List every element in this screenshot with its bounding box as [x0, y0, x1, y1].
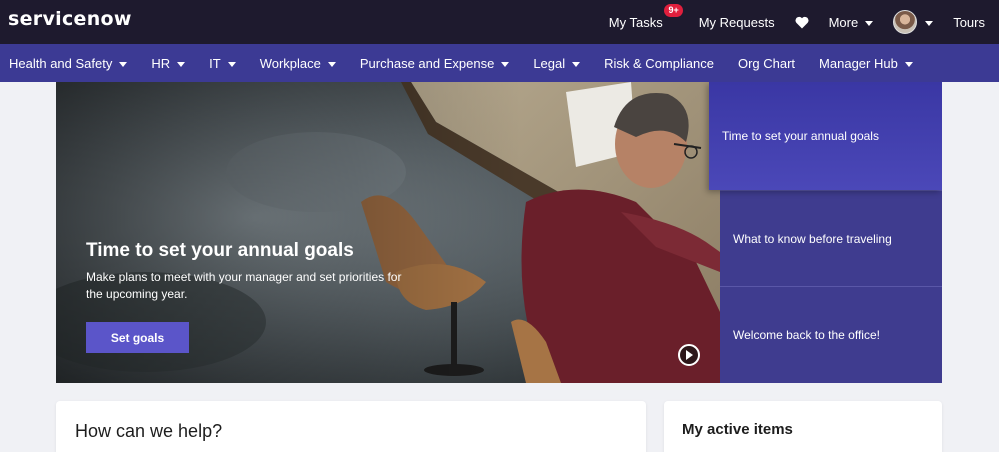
nav-item-org-chart[interactable]: Org Chart: [738, 56, 795, 71]
carousel-tabs: What to know before traveling Welcome ba…: [709, 82, 942, 383]
chevron-down-icon: [227, 61, 236, 67]
hero-title: Time to set your annual goals: [86, 240, 354, 261]
nav-item-label: Risk & Compliance: [604, 55, 714, 71]
nav-item-workplace[interactable]: Workplace: [260, 56, 336, 71]
nav-item-hr[interactable]: HR: [151, 55, 186, 71]
play-icon[interactable]: [678, 344, 700, 366]
tasks-count-badge: 9+: [664, 3, 683, 17]
help-card-title: How can we help?: [75, 421, 223, 441]
active-items-title: My active items: [682, 421, 793, 438]
nav-item-label: Workplace: [259, 55, 321, 71]
chevron-down-icon: [501, 61, 510, 67]
carousel-tab-label: What to know before traveling: [733, 231, 892, 246]
nav-item-label: Org Chart: [737, 55, 796, 71]
my-requests-label: My Requests: [698, 14, 775, 30]
avatar[interactable]: [893, 10, 918, 34]
top-bar: servicenow My Tasks 9+ My Requests More …: [0, 0, 999, 44]
carousel-tab-traveling[interactable]: What to know before traveling: [720, 190, 942, 286]
tours-link[interactable]: Tours: [953, 15, 985, 30]
heart-icon[interactable]: [795, 16, 809, 29]
hero-carousel: Time to set your annual goals Make plans…: [56, 82, 942, 383]
nav-item-label: Legal: [533, 55, 566, 71]
top-bar-actions: My Tasks 9+ My Requests More Tours: [589, 0, 985, 44]
nav-item-label: Health and Safety: [9, 55, 113, 71]
my-tasks-link[interactable]: My Tasks 9+: [608, 3, 683, 30]
chevron-down-icon: [119, 61, 128, 67]
carousel-tab-label: Welcome back to the office!: [733, 328, 880, 342]
nav-item-it[interactable]: IT: [209, 56, 236, 71]
help-card: How can we help?: [56, 401, 646, 452]
more-label: More: [828, 14, 859, 30]
servicenow-logo[interactable]: servicenow: [8, 8, 132, 30]
more-menu[interactable]: More: [829, 15, 874, 30]
chevron-down-icon: [572, 61, 581, 67]
my-tasks-label: My Tasks: [608, 14, 663, 30]
chevron-down-icon: [865, 20, 874, 26]
chevron-down-icon: [904, 61, 913, 67]
nav-item-label: Manager Hub: [819, 55, 898, 71]
main-nav: Health and Safety HR IT Workplace Purcha…: [0, 44, 999, 82]
nav-item-risk-and-compliance[interactable]: Risk & Compliance: [604, 56, 714, 71]
set-goals-button[interactable]: Set goals: [86, 322, 189, 353]
nav-item-purchase-and-expense[interactable]: Purchase and Expense: [359, 55, 510, 71]
nav-item-manager-hub[interactable]: Manager Hub: [819, 56, 913, 71]
chevron-down-icon[interactable]: [925, 20, 934, 26]
my-requests-link[interactable]: My Requests: [699, 15, 775, 30]
carousel-tab-welcome-back[interactable]: Welcome back to the office!: [720, 286, 942, 383]
carousel-tab-label: Time to set your annual goals: [722, 129, 879, 143]
nav-item-label: Purchase and Expense: [359, 55, 495, 71]
nav-item-health-and-safety[interactable]: Health and Safety: [9, 55, 128, 71]
nav-item-legal[interactable]: Legal: [533, 55, 581, 71]
tours-label: Tours: [953, 14, 985, 30]
active-items-card: My active items: [664, 401, 942, 452]
carousel-tab-annual-goals[interactable]: Time to set your annual goals: [709, 82, 942, 190]
chevron-down-icon: [177, 61, 186, 67]
nav-item-label: HR: [151, 55, 171, 71]
nav-item-label: IT: [209, 55, 221, 71]
chevron-down-icon: [327, 61, 336, 67]
hero-description: Make plans to meet with your manager and…: [86, 270, 402, 301]
